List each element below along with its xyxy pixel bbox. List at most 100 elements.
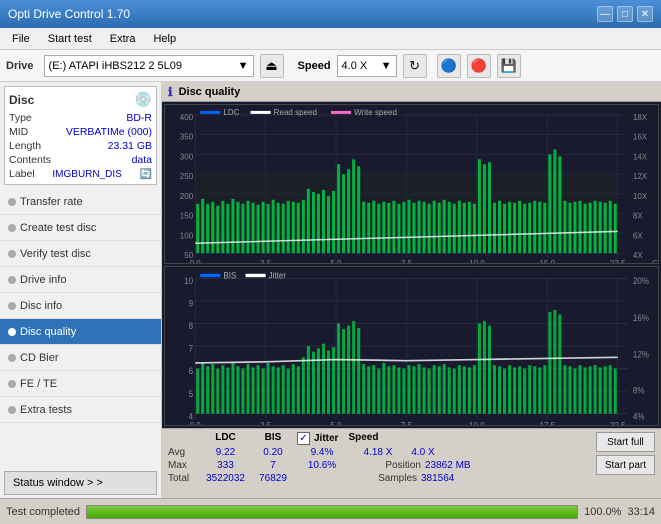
drive-select-value: (E:) ATAPI iHBS212 2 5L09 bbox=[49, 60, 183, 72]
close-btn[interactable]: ✕ bbox=[637, 6, 653, 22]
disc-label-val: IMGBURN_DIS bbox=[52, 169, 121, 180]
disc-icon: 💿 bbox=[135, 91, 152, 108]
total-ldc: 3522032 bbox=[198, 473, 253, 484]
jitter-checkbox[interactable]: ✓ bbox=[297, 432, 310, 445]
svg-text:8X: 8X bbox=[633, 212, 644, 221]
speed-select[interactable]: 4.0 X ▼ bbox=[337, 55, 397, 77]
drive-select-chevron: ▼ bbox=[238, 60, 249, 72]
menu-file[interactable]: File bbox=[4, 31, 38, 47]
svg-text:Write speed: Write speed bbox=[354, 108, 397, 117]
progress-bar-area: Test completed 100.0% 33:14 bbox=[0, 498, 661, 524]
toolbar: Drive (E:) ATAPI iHBS212 2 5L09 ▼ ⏏ Spee… bbox=[0, 50, 661, 82]
app-title: Opti Drive Control 1.70 bbox=[8, 7, 130, 21]
nav-dot bbox=[8, 198, 16, 206]
svg-text:22.5: 22.5 bbox=[610, 259, 626, 263]
stats-panel: LDC BIS ✓ Jitter Speed Avg 9.22 0.20 9.4… bbox=[162, 428, 661, 498]
svg-text:BIS: BIS bbox=[223, 270, 236, 281]
svg-text:4%: 4% bbox=[633, 411, 645, 422]
avg-speed: 4.18 X bbox=[353, 447, 403, 458]
col-header-speed: Speed bbox=[348, 432, 378, 445]
main-area: Disc 💿 Type BD-R MID VERBATIMe (000) Len… bbox=[0, 82, 661, 498]
sidebar-nav: Transfer rate Create test disc Verify te… bbox=[0, 189, 161, 468]
svg-text:16%: 16% bbox=[633, 313, 649, 324]
svg-text:250: 250 bbox=[180, 172, 194, 181]
svg-text:6X: 6X bbox=[633, 231, 644, 240]
samples-val: 381564 bbox=[421, 473, 481, 484]
svg-text:7: 7 bbox=[189, 343, 194, 354]
nav-label-cd-bier: CD Bier bbox=[20, 352, 59, 364]
sidebar-item-verify-test-disc[interactable]: Verify test disc bbox=[0, 241, 161, 267]
nav-label-drive-info: Drive info bbox=[20, 274, 66, 286]
svg-text:10X: 10X bbox=[633, 192, 648, 201]
nav-dot bbox=[8, 224, 16, 232]
stats-table: LDC BIS ✓ Jitter Speed Avg 9.22 0.20 9.4… bbox=[168, 432, 485, 484]
drive-select[interactable]: (E:) ATAPI iHBS212 2 5L09 ▼ bbox=[44, 55, 254, 77]
svg-text:Read speed: Read speed bbox=[274, 108, 317, 117]
settings-btn1[interactable]: 🔵 bbox=[437, 54, 461, 78]
svg-text:16X: 16X bbox=[633, 133, 648, 142]
nav-dot bbox=[8, 354, 16, 362]
svg-text:8: 8 bbox=[189, 321, 194, 332]
progress-bar-fill bbox=[87, 506, 577, 518]
menu-extra[interactable]: Extra bbox=[102, 31, 144, 47]
nav-dot bbox=[8, 380, 16, 388]
sidebar-item-fe-te[interactable]: FE / TE bbox=[0, 371, 161, 397]
status-window-btn[interactable]: Status window > > bbox=[4, 471, 157, 495]
sidebar-item-cd-bier[interactable]: CD Bier bbox=[0, 345, 161, 371]
svg-text:350: 350 bbox=[180, 133, 194, 142]
sidebar-item-create-test-disc[interactable]: Create test disc bbox=[0, 215, 161, 241]
refresh-btn[interactable]: ↻ bbox=[403, 54, 427, 78]
nav-dot bbox=[8, 276, 16, 284]
svg-text:7.5: 7.5 bbox=[401, 420, 412, 425]
nav-dot bbox=[8, 302, 16, 310]
save-btn[interactable]: 💾 bbox=[497, 54, 521, 78]
disc-quality-header: ℹ Disc quality bbox=[162, 82, 661, 102]
disc-label-icon: 🔄 bbox=[140, 169, 152, 180]
sidebar-item-extra-tests[interactable]: Extra tests bbox=[0, 397, 161, 423]
sidebar-item-drive-info[interactable]: Drive info bbox=[0, 267, 161, 293]
position-val: 23862 MB bbox=[425, 460, 485, 471]
svg-text:6: 6 bbox=[189, 366, 194, 377]
svg-text:7.5: 7.5 bbox=[401, 259, 413, 263]
start-part-btn[interactable]: Start part bbox=[596, 455, 655, 475]
avg-speed2: 4.0 X bbox=[403, 447, 443, 458]
disc-section-title: Disc bbox=[9, 93, 34, 107]
progress-bar bbox=[86, 505, 578, 519]
settings-btn2[interactable]: 🔴 bbox=[467, 54, 491, 78]
eject-btn[interactable]: ⏏ bbox=[260, 54, 284, 78]
chart-bottom: 10 9 8 7 6 5 4 20% 16% 12% 8% 4% 0.0 2.5 bbox=[164, 266, 659, 426]
sidebar-item-disc-quality[interactable]: Disc quality bbox=[0, 319, 161, 345]
svg-text:5.0: 5.0 bbox=[330, 420, 341, 425]
total-bis: 76829 bbox=[253, 473, 293, 484]
disc-contents-row: Contents data bbox=[9, 154, 152, 166]
svg-text:18X: 18X bbox=[633, 113, 648, 122]
svg-text:5: 5 bbox=[189, 388, 194, 399]
maximize-btn[interactable]: □ bbox=[617, 6, 633, 22]
chart-bottom-svg: 10 9 8 7 6 5 4 20% 16% 12% 8% 4% 0.0 2.5 bbox=[165, 267, 658, 425]
start-full-btn[interactable]: Start full bbox=[596, 432, 655, 452]
disc-length-key: Length bbox=[9, 140, 41, 152]
svg-text:17.5: 17.5 bbox=[539, 420, 555, 425]
chart-top-svg: 400 350 300 250 200 150 100 50 18X 16X 1… bbox=[165, 105, 658, 263]
svg-text:4X: 4X bbox=[633, 251, 644, 260]
svg-text:14X: 14X bbox=[633, 152, 648, 161]
menu-help[interactable]: Help bbox=[145, 31, 184, 47]
disc-label-row: Label IMGBURN_DIS 🔄 bbox=[9, 168, 152, 180]
col-header-bis: BIS bbox=[253, 432, 293, 445]
menu-start-test[interactable]: Start test bbox=[40, 31, 100, 47]
minimize-btn[interactable]: — bbox=[597, 6, 613, 22]
disc-length-val: 23.31 GB bbox=[108, 140, 152, 152]
svg-text:150: 150 bbox=[180, 212, 194, 221]
svg-text:2.5: 2.5 bbox=[260, 420, 271, 425]
position-label: Position bbox=[351, 460, 421, 471]
svg-text:9: 9 bbox=[189, 298, 194, 309]
speed-label: Speed bbox=[298, 60, 331, 72]
nav-label-fe-te: FE / TE bbox=[20, 378, 57, 390]
disc-length-row: Length 23.31 GB bbox=[9, 140, 152, 152]
sidebar-item-transfer-rate[interactable]: Transfer rate bbox=[0, 189, 161, 215]
nav-label-verify-test-disc: Verify test disc bbox=[20, 248, 91, 260]
max-bis: 7 bbox=[253, 460, 293, 471]
sidebar-item-disc-info[interactable]: Disc info bbox=[0, 293, 161, 319]
charts-container: 400 350 300 250 200 150 100 50 18X 16X 1… bbox=[162, 102, 661, 428]
time-text: 33:14 bbox=[627, 506, 655, 518]
